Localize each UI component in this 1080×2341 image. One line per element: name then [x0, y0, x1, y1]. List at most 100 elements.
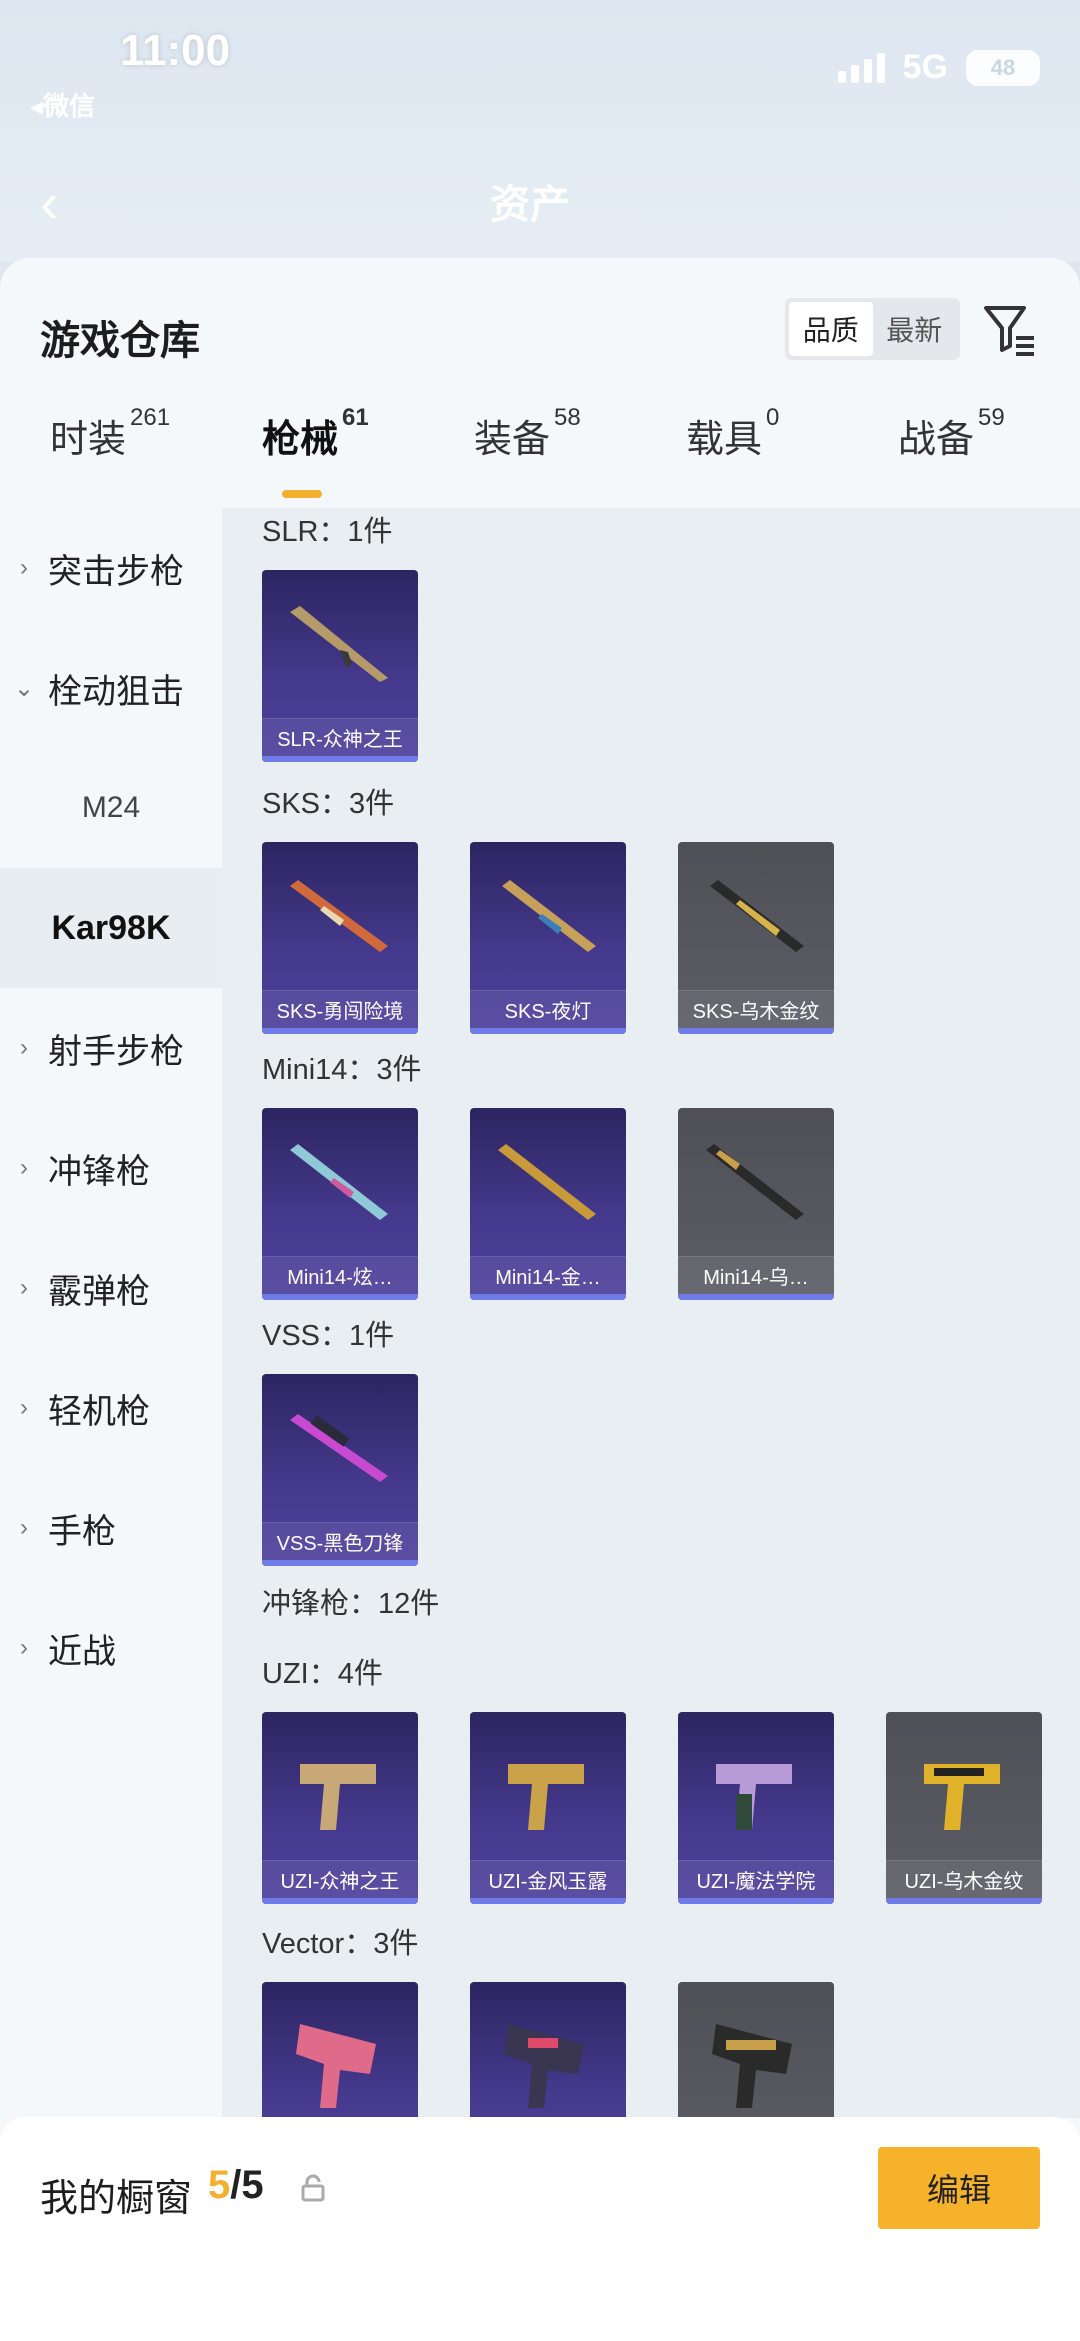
tab-count: 0	[766, 404, 780, 431]
tab-label: 时装	[50, 419, 127, 461]
section-title: 冲锋枪：12件	[262, 1588, 440, 1620]
rifle-icon	[706, 1144, 804, 1220]
edit-button[interactable]: 编辑	[878, 2147, 1040, 2229]
weapon-card[interactable]: UZI-众神之王	[262, 1712, 418, 1904]
section-title: Vector：3件	[262, 1928, 419, 1960]
category-tabs: 时装 261 枪械 61 装备 58 载具 0 战备 59	[0, 404, 1080, 508]
weapon-card[interactable]: VSS-黑色刀锋	[262, 1374, 418, 1566]
sidebar-item-marksman-rifle[interactable]: › 射手步枪	[0, 988, 222, 1108]
rarity-bar	[678, 1028, 834, 1034]
rarity-bar	[262, 756, 418, 762]
rifle-icon	[290, 1414, 388, 1482]
showcase-label: 我的橱窗	[40, 2178, 193, 2220]
weapon-card[interactable]: UZI-金风玉露	[470, 1712, 626, 1904]
sidebar-item-assault-rifle[interactable]: › 突击步枪	[0, 508, 222, 628]
weapon-card-label: VSS-黑色刀锋	[262, 1522, 418, 1560]
tab-firearms[interactable]: 枪械 61	[262, 404, 369, 463]
section-title: Mini14：3件	[262, 1054, 422, 1086]
chevron-right-icon: ›	[20, 1514, 28, 1541]
rarity-bar	[470, 1294, 626, 1300]
showcase-count-total: /5	[230, 2163, 264, 2207]
rifle-icon	[502, 880, 596, 952]
rarity-bar	[678, 1294, 834, 1300]
chevron-right-icon: ›	[20, 1034, 28, 1061]
rifle-icon	[290, 606, 388, 682]
back-arrow-icon[interactable]: ‹	[40, 170, 59, 235]
weapon-card[interactable]: UZI-乌木金纹	[886, 1712, 1042, 1904]
back-to-app-link[interactable]: ◂微信	[30, 86, 95, 123]
active-tab-indicator	[282, 490, 322, 498]
weapon-card-label: SLR-众神之王	[262, 718, 418, 756]
tab-vehicles[interactable]: 载具 0	[686, 404, 779, 463]
tab-count: 61	[342, 404, 369, 431]
tab-count: 59	[978, 404, 1005, 431]
battery-icon: 48	[966, 49, 1040, 86]
sidebar-item-label: 手枪	[48, 1512, 116, 1551]
sidebar-item-label: 栓动狙击	[48, 672, 184, 711]
smg-icon	[296, 2024, 376, 2108]
weapon-card-label: SKS-勇闯险境	[262, 990, 418, 1028]
sidebar-item-label: 轻机枪	[48, 1392, 150, 1431]
showcase-bar: 我的橱窗 5/5 编辑	[0, 2117, 1080, 2341]
rarity-bar	[470, 1028, 626, 1034]
sidebar-subitem-m24[interactable]: M24	[0, 748, 222, 868]
weapon-card[interactable]	[470, 1982, 626, 2118]
weapon-card[interactable]: SKS-乌木金纹	[678, 842, 834, 1034]
tab-fashion[interactable]: 时装 261	[50, 404, 170, 463]
sidebar-item-pistol[interactable]: › 手枪	[0, 1468, 222, 1588]
smg-icon	[508, 1764, 584, 1830]
weapon-card[interactable]: SLR-众神之王	[262, 570, 418, 762]
sidebar-item-label: 冲锋枪	[48, 1152, 150, 1191]
showcase-count-current: 5	[208, 2163, 231, 2207]
weapon-card-label: SKS-乌木金纹	[678, 990, 834, 1028]
rifle-icon	[498, 1144, 596, 1220]
weapon-card[interactable]: SKS-勇闯险境	[262, 842, 418, 1034]
sidebar-item-label: 射手步枪	[48, 1032, 184, 1071]
weapon-card[interactable]: Mini14-乌…	[678, 1108, 834, 1300]
tab-label: 装备	[474, 419, 551, 461]
sidebar-item-bolt-sniper[interactable]: ⌄ 栓动狙击	[0, 628, 222, 748]
weapon-card[interactable]: UZI-魔法学院	[678, 1712, 834, 1904]
weapon-card-label: Mini14-炫…	[262, 1256, 418, 1294]
chevron-right-icon: ›	[20, 1154, 28, 1181]
sidebar-subitem-kar98k[interactable]: Kar98K	[0, 868, 222, 988]
rarity-bar	[886, 1898, 1042, 1904]
signal-icon	[837, 52, 885, 83]
section-title: VSS：1件	[262, 1320, 395, 1352]
panel-title: 游戏仓库	[40, 319, 200, 363]
warehouse-panel: 游戏仓库 品质 最新 时装 261 枪械 61 装备 58 载具 0 战备 59 › 突击步…	[0, 258, 1080, 2341]
weapon-card[interactable]: Mini14-炫…	[262, 1108, 418, 1300]
weapon-card-label: Mini14-金…	[470, 1256, 626, 1294]
section-title: UZI：4件	[262, 1658, 383, 1690]
weapon-card[interactable]	[262, 1982, 418, 2118]
smg-icon	[712, 2024, 792, 2108]
sort-quality-button[interactable]: 品质	[789, 302, 873, 356]
sort-newest-button[interactable]: 最新	[873, 302, 957, 356]
rifle-icon	[290, 1144, 388, 1220]
sidebar-item-smg[interactable]: › 冲锋枪	[0, 1108, 222, 1228]
sidebar-item-melee[interactable]: › 近战	[0, 1588, 222, 1708]
nav-title: 资产	[490, 183, 570, 227]
smg-icon	[300, 1764, 376, 1830]
sidebar-item-shotgun[interactable]: › 霰弹枪	[0, 1228, 222, 1348]
weapon-card[interactable]	[678, 1982, 834, 2118]
chevron-right-icon: ›	[20, 1394, 28, 1421]
rarity-bar	[262, 1898, 418, 1904]
tab-count: 261	[130, 404, 171, 431]
weapon-card[interactable]: SKS-夜灯	[470, 842, 626, 1034]
sidebar-item-label: 霰弹枪	[48, 1272, 150, 1311]
weapon-card-label: Mini14-乌…	[678, 1256, 834, 1294]
weapon-category-sidebar: › 突击步枪 ⌄ 栓动狙击 M24 Kar98K › 射手步枪 › 冲锋枪 › 霰弹枪 ›…	[0, 508, 222, 2341]
filter-icon[interactable]	[980, 300, 1040, 360]
rarity-bar	[678, 1898, 834, 1904]
tab-supplies[interactable]: 战备 59	[898, 404, 1005, 463]
weapon-card-label: UZI-金风玉露	[470, 1860, 626, 1898]
weapon-card[interactable]: Mini14-金…	[470, 1108, 626, 1300]
sidebar-item-label: 突击步枪	[48, 552, 184, 591]
rarity-bar	[262, 1028, 418, 1034]
tab-equipment[interactable]: 装备 58	[474, 404, 581, 463]
sidebar-item-lmg[interactable]: › 轻机枪	[0, 1348, 222, 1468]
smg-icon	[924, 1764, 1000, 1830]
sidebar-item-label: 近战	[48, 1632, 116, 1671]
chevron-right-icon: ›	[20, 554, 28, 581]
